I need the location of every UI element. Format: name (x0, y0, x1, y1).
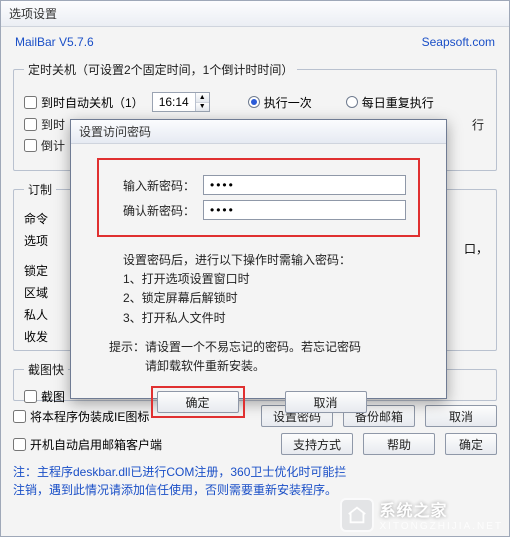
lbl-recv: 收发 (24, 326, 48, 348)
lbl-cmd: 命令 (24, 208, 48, 230)
radio-dot-icon (346, 96, 358, 108)
set-password-dialog: 设置访问密码 输入新密码： 确认新密码： 设置密码后，进行以下操作时需输入密码：… (70, 119, 447, 399)
dialog-hint: 提示：请设置一个不易忘记的密码。若忘记密码 请卸载软件重新安装。 (109, 338, 420, 376)
exec-daily-radio[interactable]: 每日重复执行 (346, 94, 434, 111)
footer-note-2: 注销，遇到此情况请添加信任使用，否则需要重新安装程序。 (13, 481, 497, 499)
autostart-check-input[interactable] (13, 438, 26, 451)
lbl-priv: 私人 (24, 304, 48, 326)
shutdown2-trail: 行 (472, 116, 484, 133)
hint-2: 请卸载软件重新安装。 (145, 357, 420, 376)
left-labels-col: 命令 选项 锁定 区域 私人 收发 (24, 208, 48, 348)
dialog-cancel-button[interactable]: 取消 (285, 391, 367, 413)
dialog-info: 设置密码后，进行以下操作时需输入密码： 1、打开选项设置窗口时 2、锁定屏幕后解… (123, 251, 420, 328)
shutdown1-checkbox[interactable]: 到时自动关机（1） (24, 94, 144, 111)
lbl-lock: 锁定 (24, 260, 48, 282)
info-2: 2、锁定屏幕后解锁时 (123, 289, 420, 308)
lbl-area: 区域 (24, 282, 48, 304)
autostart-checkbox[interactable]: 开机自动启用邮箱客户端 (13, 436, 162, 453)
window-title: 选项设置 (9, 5, 57, 22)
shutdown1-label: 到时自动关机（1） (41, 94, 144, 111)
timer-group-legend: 定时关机（可设置2个固定时间，1个倒计时时间） (24, 61, 297, 78)
watermark: 系统之家 XITONGZHIJIA.NET (340, 497, 504, 532)
time1-spin-buttons[interactable]: ▲ ▼ (195, 93, 209, 111)
trail-kou: 口， (464, 240, 488, 257)
time1-spin-up[interactable]: ▲ (196, 93, 209, 103)
hint-1: 提示：请设置一个不易忘记的密码。若忘记密码 (109, 338, 420, 357)
confirm-password-label: 确认新密码： (111, 202, 195, 219)
countdown-checkbox[interactable]: 倒计 (24, 137, 65, 154)
screenshot-legend: 截图快 (24, 361, 68, 378)
password-fields-highlight: 输入新密码： 确认新密码： (97, 158, 420, 237)
confirm-password-input[interactable] (203, 200, 406, 220)
new-password-input[interactable] (203, 175, 406, 195)
info-head: 设置密码后，进行以下操作时需输入密码： (123, 251, 420, 270)
time1-spin-down[interactable]: ▼ (196, 103, 209, 112)
footer-note: 注：主程序deskbar.dll已进行COM注册，360卫士优化时可能拦 注销，… (13, 463, 497, 499)
brand-row: MailBar V5.7.6 Seapsoft.com (11, 33, 499, 55)
fake-ie-check-input[interactable] (13, 410, 26, 423)
ok-button-highlight: 确定 (151, 386, 245, 418)
footer-note-1: 注：主程序deskbar.dll已进行COM注册，360卫士优化时可能拦 (13, 463, 497, 481)
help-button[interactable]: 帮助 (363, 433, 435, 455)
dialog-title: 设置访问密码 (79, 123, 151, 140)
shutdown2-checkbox[interactable]: 到时 (24, 116, 65, 133)
watermark-text: 系统之家 (380, 503, 448, 520)
lbl-opt: 选项 (24, 230, 48, 252)
brand-label: MailBar V5.7.6 (15, 35, 94, 49)
support-button[interactable]: 支持方式 (281, 433, 353, 455)
exec-once-radio[interactable]: 执行一次 (248, 94, 312, 111)
watermark-sub: XITONGZHIJIA.NET (380, 521, 504, 532)
time1-value[interactable]: 16:14 (153, 93, 195, 111)
time1-spinner[interactable]: 16:14 ▲ ▼ (152, 92, 210, 112)
dialog-titlebar: 设置访问密码 (71, 120, 446, 144)
shutdown1-check-input[interactable] (24, 96, 37, 109)
main-ok-button-partial[interactable]: 确定 (445, 433, 497, 455)
window-titlebar: 选项设置 (1, 1, 509, 27)
exec-daily-label: 每日重复执行 (362, 94, 434, 111)
new-password-label: 输入新密码： (111, 177, 195, 194)
info-3: 3、打开私人文件时 (123, 309, 420, 328)
dialog-button-row: 确定 取消 (89, 386, 428, 418)
countdown-check-input[interactable] (24, 139, 37, 152)
radio-dot-icon (248, 96, 260, 108)
info-1: 1、打开选项设置窗口时 (123, 270, 420, 289)
autostart-label: 开机自动启用邮箱客户端 (30, 436, 162, 453)
subscription-legend: 订制 (24, 181, 56, 198)
shutdown2-check-input[interactable] (24, 118, 37, 131)
shutdown2-label-partial: 到时 (41, 116, 65, 133)
exec-once-label: 执行一次 (264, 94, 312, 111)
watermark-logo-icon (340, 498, 374, 532)
dialog-ok-button[interactable]: 确定 (157, 391, 239, 413)
countdown-label-partial: 倒计 (41, 137, 65, 154)
site-label: Seapsoft.com (422, 35, 495, 49)
